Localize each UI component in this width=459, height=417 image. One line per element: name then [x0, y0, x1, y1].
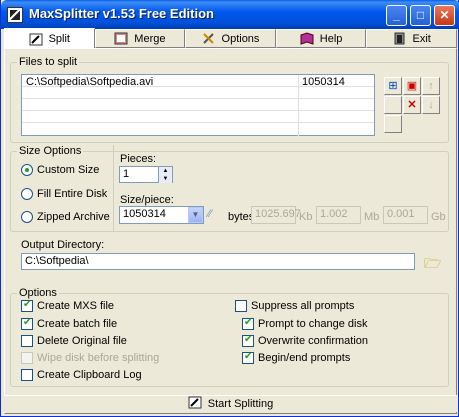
tab-label: Help — [319, 32, 343, 45]
suppress-prompts-label: Suppress all prompts — [251, 300, 355, 312]
zipped-archive-radio[interactable] — [21, 211, 33, 223]
clipboard-log-label: Create Clipboard Log — [37, 369, 142, 381]
start-splitting-label: Start Splitting — [207, 398, 274, 410]
add-file-icon: ⊞ — [388, 80, 398, 92]
split-icon — [29, 33, 43, 46]
clipboard-log-checkbox[interactable] — [21, 369, 33, 381]
arrow-down-icon: ↓ — [428, 99, 434, 111]
zipped-archive-label: Zipped Archive — [37, 211, 110, 223]
custom-size-label: Custom Size — [37, 164, 100, 176]
begin-end-prompts-checkbox[interactable] — [242, 351, 254, 364]
prompt-change-disk-label: Prompt to change disk — [258, 318, 368, 330]
begin-end-prompts-label: Begin/end prompts — [258, 352, 351, 364]
move-down-button[interactable]: ↓ — [422, 96, 440, 114]
exit-icon — [393, 32, 407, 45]
blank-button[interactable] — [384, 96, 402, 114]
output-dir-input[interactable]: C:\Softpedia\ — [21, 253, 415, 270]
kb-field: 1025.697 — [251, 206, 301, 224]
wipe-disk-label: Wipe disk before splitting — [37, 352, 160, 364]
stepper-down-icon[interactable]: ▼ — [159, 175, 172, 183]
wipe-disk-checkbox — [21, 352, 33, 364]
start-splitting-button[interactable]: Start Splitting — [4, 395, 457, 412]
list-item[interactable]: C:\Softpedia\Softpedia.avi 1050314 — [22, 75, 374, 88]
delete-original-label: Delete Original file — [37, 335, 127, 347]
window-title: MaxSplitter v1.53 Free Edition — [29, 6, 214, 21]
overwrite-confirm-checkbox[interactable] — [242, 334, 254, 347]
tab-label: Exit — [412, 32, 431, 45]
create-mxs-label: Create MXS file — [37, 300, 115, 312]
custom-size-radio[interactable] — [21, 164, 33, 176]
tab-exit[interactable]: Exit — [366, 29, 457, 48]
start-icon — [188, 396, 202, 412]
folder-open-icon[interactable]: 🗁 — [424, 253, 441, 277]
pieces-stepper[interactable]: ▲ ▼ — [158, 166, 173, 183]
tab-merge[interactable]: Merge — [94, 29, 186, 48]
options-group-label: Options — [17, 287, 59, 299]
tab-split[interactable]: Split — [4, 28, 95, 49]
title-bar: MaxSplitter v1.53 Free Edition _ □ ✕ — [1, 0, 459, 29]
tab-label: Options — [221, 32, 260, 45]
mb-field: 1.002 — [316, 206, 361, 224]
files-group-label: Files to split — [17, 56, 80, 68]
add-file-button[interactable]: ⊞ — [384, 77, 402, 95]
move-up-button[interactable]: ↑ — [422, 77, 440, 95]
clear-list-button[interactable]: ✕ — [403, 96, 421, 114]
chevron-down-icon[interactable]: ▼ — [188, 207, 203, 223]
tab-options[interactable]: Options — [185, 29, 276, 48]
overwrite-confirm-label: Overwrite confirmation — [258, 335, 369, 347]
mb-label: Mb — [364, 211, 380, 223]
create-batch-checkbox[interactable] — [21, 317, 33, 330]
link-icon: ⁄⁄ — [208, 208, 212, 220]
stepper-up-icon[interactable]: ▲ — [159, 167, 172, 175]
app-icon[interactable] — [7, 7, 23, 23]
delete-original-checkbox[interactable] — [21, 335, 33, 347]
pieces-input[interactable]: 1 — [119, 166, 159, 183]
remove-file-icon: ▣ — [406, 80, 418, 92]
tab-label: Split — [48, 33, 70, 45]
pieces-label: Pieces: — [120, 153, 157, 165]
blank-button-2[interactable] — [384, 115, 402, 133]
size-piece-label: Size/piece: — [120, 194, 174, 206]
gb-field: 0.001 — [383, 206, 428, 224]
tab-label: Merge — [134, 32, 166, 45]
size-options-label: Size Options — [17, 145, 84, 157]
output-dir-label: Output Directory: — [21, 239, 105, 251]
gb-label: Gb — [431, 211, 446, 223]
create-mxs-checkbox[interactable] — [21, 299, 33, 312]
close-button[interactable]: ✕ — [434, 5, 455, 26]
fill-disk-radio[interactable] — [21, 188, 33, 200]
maximize-button[interactable]: □ — [410, 5, 431, 26]
merge-icon — [114, 32, 128, 45]
remove-file-button[interactable]: ▣ — [403, 77, 421, 95]
arrow-up-icon: ↑ — [428, 80, 434, 92]
create-batch-label: Create batch file — [37, 318, 118, 330]
book-icon — [300, 32, 314, 45]
prompt-change-disk-checkbox[interactable] — [242, 317, 254, 330]
kb-label: Kb — [299, 211, 313, 223]
tab-help[interactable]: Help — [275, 29, 367, 48]
fill-disk-label: Fill Entire Disk — [37, 188, 108, 200]
clear-icon: ✕ — [407, 99, 417, 111]
files-list[interactable]: C:\Softpedia\Softpedia.avi 1050314 — [21, 74, 375, 136]
suppress-prompts-checkbox[interactable] — [235, 300, 247, 312]
tab-bar: Split Merge Options Help Exit — [4, 28, 457, 49]
tools-icon — [202, 32, 216, 45]
app-window: MaxSplitter v1.53 Free Edition _ □ ✕ Spl… — [0, 0, 459, 417]
minimize-button[interactable]: _ — [386, 5, 407, 26]
